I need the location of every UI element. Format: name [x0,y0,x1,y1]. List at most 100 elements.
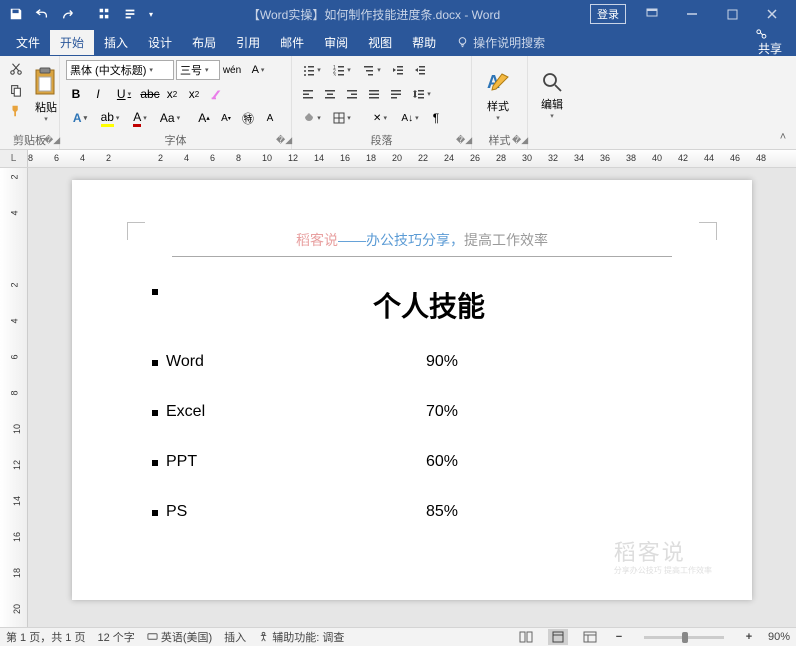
read-mode-view-button[interactable] [516,629,536,645]
tab-文件[interactable]: 文件 [6,30,50,55]
tab-布局[interactable]: 布局 [182,30,226,55]
status-accessibility[interactable]: 辅助功能: 调查 [258,629,344,645]
font-size-combo[interactable]: 三号▾ [176,60,220,80]
skill-pct: 90% [426,353,458,371]
status-language[interactable]: 英语(美国) [147,629,212,645]
skill-pct: 60% [426,453,458,471]
print-layout-view-button[interactable] [548,629,568,645]
skill-name: PPT [166,453,426,471]
tab-selector[interactable]: L [0,150,28,167]
web-layout-view-button[interactable] [580,629,600,645]
align-left-button[interactable] [298,84,318,104]
skill-name: Excel [166,403,426,421]
skill-pct: 70% [426,403,458,421]
header-separator [172,256,672,257]
subscript-button[interactable]: x2 [162,84,182,104]
bullets-button[interactable] [298,60,326,80]
phonetic-guide-button[interactable]: wén [222,60,242,80]
skill-name: Word [166,353,426,371]
zoom-slider[interactable] [644,636,724,639]
undo-icon[interactable] [30,2,54,26]
text-effects-button[interactable]: A [66,108,94,128]
status-word-count[interactable]: 12 个字 [97,629,134,645]
styles-button[interactable]: A 样式 ▾ [478,59,518,131]
status-insert-mode[interactable]: 插入 [224,629,246,645]
clear-formatting-button[interactable] [206,84,226,104]
shrink-font-button[interactable]: A▾ [216,108,236,128]
document-area[interactable]: 稻客说——办公技巧分享，提高工作效率 个人技能 Word90% Excel70% P… [28,168,796,627]
underline-button[interactable]: U [110,84,138,104]
tab-邮件[interactable]: 邮件 [270,30,314,55]
align-distribute-button[interactable] [386,84,406,104]
tab-帮助[interactable]: 帮助 [402,30,446,55]
styles-icon: A [484,68,512,96]
ribbon-options-icon[interactable] [632,0,672,28]
window-title: 【Word实操】如何制作技能进度条.docx - Word [158,6,590,23]
grow-font-button[interactable]: A▴ [194,108,214,128]
vertical-ruler[interactable]: 242468101214161820 [0,168,28,627]
minimize-icon[interactable] [672,0,712,28]
highlight-button[interactable]: ab [96,108,124,128]
borders-button[interactable] [328,108,356,128]
enclose-char-button[interactable]: ㊕ [238,108,258,128]
zoom-level[interactable]: 90% [768,631,790,643]
font-launcher[interactable]: �◢ [276,135,288,147]
zoom-out-button[interactable]: − [612,631,626,643]
strikethrough-button[interactable]: abc [140,84,160,104]
share-button[interactable]: 共享 [747,24,790,61]
horizontal-ruler[interactable]: 8642246810121416182022242628303234363840… [28,150,796,167]
increase-indent-button[interactable] [410,60,430,80]
skill-name: PS [166,503,426,521]
tab-视图[interactable]: 视图 [358,30,402,55]
touch-mode-icon[interactable] [92,2,116,26]
sort-button[interactable]: A↓ [396,108,424,128]
bold-button[interactable]: B [66,84,86,104]
superscript-button[interactable]: x2 [184,84,204,104]
qat-sep [82,2,90,26]
styles-launcher[interactable]: �◢ [512,135,524,147]
char-scaling-button[interactable]: A [260,108,280,128]
copy-button[interactable] [6,80,26,100]
char-border-button[interactable]: A [244,60,272,80]
page-header: 稻客说——办公技巧分享，提高工作效率 [152,230,692,250]
status-page[interactable]: 第 1 页，共 1 页 [6,629,85,645]
redo-icon[interactable] [56,2,80,26]
font-color-button[interactable]: A [126,108,154,128]
tab-插入[interactable]: 插入 [94,30,138,55]
paste-button[interactable]: 粘贴 ▾ [31,59,61,131]
tab-审阅[interactable]: 审阅 [314,30,358,55]
italic-button[interactable]: I [88,84,108,104]
editing-button[interactable]: 编辑 ▾ [534,59,570,131]
decrease-indent-button[interactable] [388,60,408,80]
tell-me-search[interactable]: 操作说明搜索 [456,34,545,51]
login-button[interactable]: 登录 [590,4,626,24]
tab-开始[interactable]: 开始 [50,30,94,55]
font-name-combo[interactable]: 黑体 (中文标题)▾ [66,60,174,80]
format-painter-button[interactable] [6,101,26,121]
shading-button[interactable] [298,108,326,128]
line-spacing-button[interactable] [408,84,436,104]
group-label-paragraph: 段落 [292,133,471,149]
zoom-in-button[interactable]: + [742,631,756,643]
char-shading-button[interactable]: Aa [156,108,184,128]
qat-customize-icon[interactable]: ▾ [144,2,158,26]
clipboard-launcher[interactable]: �◢ [44,135,56,147]
skill-row: PS85% [152,503,692,521]
align-center-button[interactable] [320,84,340,104]
multilevel-list-button[interactable] [358,60,386,80]
asian-layout-button[interactable]: ✕ [366,108,394,128]
cut-button[interactable] [6,59,26,79]
save-icon[interactable] [4,2,28,26]
tab-设计[interactable]: 设计 [138,30,182,55]
tab-引用[interactable]: 引用 [226,30,270,55]
skill-row: PPT60% [152,453,692,471]
show-marks-button[interactable]: ¶ [426,108,446,128]
align-right-button[interactable] [342,84,362,104]
numbering-button[interactable]: 123 [328,60,356,80]
align-justify-button[interactable] [364,84,384,104]
qat-item-icon[interactable] [118,2,142,26]
document-title: 个人技能 [166,285,692,325]
paragraph-launcher[interactable]: �◢ [456,135,468,147]
collapse-ribbon-button[interactable]: ˄ [774,129,792,145]
margin-marker [127,222,145,240]
